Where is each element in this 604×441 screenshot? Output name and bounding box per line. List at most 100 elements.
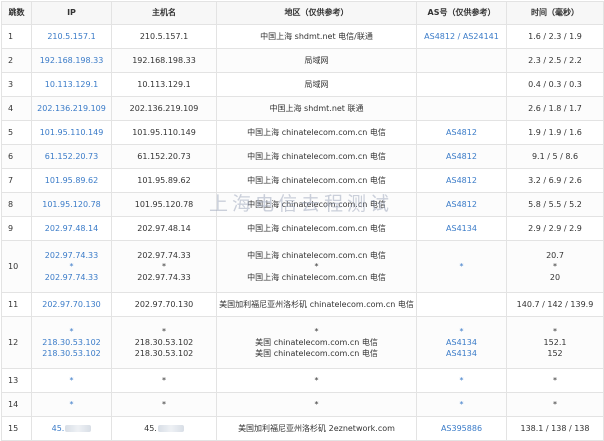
hostname-cell: 202.97.48.14 bbox=[111, 216, 217, 241]
location-cell: 中国上海 chinatelecom.com.cn 电信 * 中国上海 chinate… bbox=[216, 240, 417, 293]
location-cell-value: 美国 chinatelecom.com.cn 电信 bbox=[255, 349, 378, 358]
asn-cell: AS395886 bbox=[416, 416, 507, 441]
ip-cell-value[interactable]: 218.30.53.102 bbox=[34, 337, 109, 348]
asn-cell bbox=[416, 96, 507, 121]
asn-cell-value[interactable]: AS4134 bbox=[419, 337, 504, 348]
asn-cell-value[interactable]: AS4812 bbox=[419, 151, 504, 162]
ip-cell-value[interactable]: 101.95.120.78 bbox=[34, 199, 109, 210]
hop-cell: 13 bbox=[1, 368, 32, 393]
hostname-cell-value: 10.113.129.1 bbox=[137, 80, 191, 89]
column-header-hop: 跳数 bbox=[1, 1, 32, 25]
ip-cell-value[interactable]: 101.95.110.149 bbox=[34, 127, 109, 138]
asn-cell: AS4812 bbox=[416, 168, 507, 193]
ip-cell: 101.95.89.62 bbox=[31, 168, 112, 193]
location-cell: * bbox=[216, 368, 417, 393]
time-cell-value: 140.7 / 142 / 139.9 bbox=[516, 300, 594, 309]
hostname-cell-value: 202.136.219.109 bbox=[129, 104, 199, 113]
hostname-cell-value: * bbox=[162, 327, 166, 336]
hostname-cell-value: * bbox=[162, 400, 166, 409]
asn-cell-value: * bbox=[459, 327, 464, 336]
ip-cell-value[interactable]: 61.152.20.73 bbox=[34, 151, 109, 162]
asn-cell: AS4134 bbox=[416, 216, 507, 241]
location-cell: * 美国 chinatelecom.com.cn 电信 美国 chinateleco… bbox=[216, 316, 417, 369]
asn-cell: AS4812 bbox=[416, 120, 507, 145]
location-cell-value: * bbox=[314, 327, 319, 336]
location-cell-value: 局域网 bbox=[304, 56, 329, 65]
table-row: 12 * 218.30.53.102 218.30.53.102 * 218.30.53.… bbox=[1, 316, 604, 369]
asn-cell-value[interactable]: AS395886 bbox=[419, 423, 504, 434]
ip-cell-value[interactable]: 218.30.53.102 bbox=[34, 348, 109, 359]
asn-cell-value[interactable]: AS4134 bbox=[419, 223, 504, 234]
location-cell: 美国加利福尼亚州洛杉矶 chinatelecom.com.cn 电信 bbox=[216, 292, 417, 317]
asn-cell bbox=[416, 72, 507, 97]
asn-cell: AS4812 bbox=[416, 192, 507, 217]
ip-cell-value[interactable]: 202.97.48.14 bbox=[34, 223, 109, 234]
ip-cell-value[interactable]: 202.136.219.109 bbox=[34, 103, 109, 114]
column-header-location: 地区（仅供参考） bbox=[216, 1, 417, 25]
ip-cell: * bbox=[31, 368, 112, 393]
ip-cell-value[interactable]: 45. bbox=[52, 424, 65, 433]
location-cell: 中国上海 shdmt.net 电信/联通 bbox=[216, 24, 417, 49]
ip-cell: * 218.30.53.102 218.30.53.102 bbox=[31, 316, 112, 369]
location-cell-value: * bbox=[314, 400, 319, 409]
asn-cell: * bbox=[416, 240, 507, 293]
table-row: 3 10.113.129.1 10.113.129.1 局域网 0.4 / 0.3 / … bbox=[1, 72, 604, 97]
table-row: 10 202.97.74.33 * 202.97.74.33 202.97.74.33 *… bbox=[1, 240, 604, 293]
asn-cell-value: * bbox=[459, 400, 464, 409]
table-body: 1 210.5.157.1 210.5.157.1 中国上海 shdmt.net 电信… bbox=[1, 24, 604, 441]
time-cell: 140.7 / 142 / 139.9 bbox=[506, 292, 604, 317]
ip-cell-value[interactable]: 101.95.89.62 bbox=[34, 175, 109, 186]
time-cell: * 152.1 152 bbox=[506, 316, 604, 369]
location-cell-value: * bbox=[314, 262, 319, 271]
location-cell: 中国上海 chinatelecom.com.cn 电信 bbox=[216, 192, 417, 217]
asn-cell-value[interactable]: AS4134 bbox=[419, 348, 504, 359]
asn-cell: * bbox=[416, 392, 507, 417]
asn-cell-value[interactable]: AS4812 bbox=[419, 175, 504, 186]
time-cell-value: 0.4 / 0.3 / 0.3 bbox=[528, 80, 582, 89]
hostname-cell-value: * bbox=[162, 376, 166, 385]
time-cell: 9.1 / 5 / 8.6 bbox=[506, 144, 604, 169]
hostname-cell-value: 218.30.53.102 bbox=[134, 349, 194, 358]
time-cell-value: * bbox=[553, 376, 557, 385]
asn-cell-value[interactable]: AS4812 / AS24141 bbox=[419, 31, 504, 42]
location-cell: 中国上海 chinatelecom.com.cn 电信 bbox=[216, 216, 417, 241]
table-row: 14 * * * * * bbox=[1, 392, 604, 417]
time-cell: 2.9 / 2.9 / 2.9 bbox=[506, 216, 604, 241]
location-cell-value: * bbox=[314, 376, 319, 385]
ip-cell-value[interactable]: 202.97.74.33 bbox=[34, 272, 109, 283]
hostname-cell: 192.168.198.33 bbox=[111, 48, 217, 73]
ip-cell: 45. bbox=[31, 416, 112, 441]
location-cell-value: 美国 chinatelecom.com.cn 电信 bbox=[255, 338, 378, 347]
ip-cell-value[interactable]: 192.168.198.33 bbox=[34, 55, 109, 66]
hostname-cell: * bbox=[111, 368, 217, 393]
time-cell-value: 20 bbox=[549, 273, 561, 282]
ip-cell-value[interactable]: 202.97.70.130 bbox=[34, 299, 109, 310]
hostname-cell: * 218.30.53.102 218.30.53.102 bbox=[111, 316, 217, 369]
hop-cell: 9 bbox=[1, 216, 32, 241]
hostname-cell-value: 218.30.53.102 bbox=[134, 338, 194, 347]
asn-cell-value[interactable]: AS4812 bbox=[419, 127, 504, 138]
hop-cell: 2 bbox=[1, 48, 32, 73]
traceroute-panel: 跳数 IP 主机名 地区（仅供参考） AS号（仅供参考） 时间（毫秒） 1 210… bbox=[1, 1, 604, 441]
ip-cell-value[interactable]: 10.113.129.1 bbox=[34, 79, 109, 90]
location-cell: 中国上海 chinatelecom.com.cn 电信 bbox=[216, 144, 417, 169]
time-cell: 138.1 / 138 / 138 bbox=[506, 416, 604, 441]
ip-cell: * bbox=[31, 392, 112, 417]
time-cell-value: 1.9 / 1.9 / 1.6 bbox=[528, 128, 582, 137]
location-cell-value: 中国上海 chinatelecom.com.cn 电信 bbox=[247, 251, 386, 260]
table-row: 2 192.168.198.33 192.168.198.33 局域网 2.3 / 2.… bbox=[1, 48, 604, 73]
asn-cell-value: * bbox=[459, 262, 464, 271]
asn-cell-value[interactable]: AS4812 bbox=[419, 199, 504, 210]
location-cell-value: 中国上海 chinatelecom.com.cn 电信 bbox=[247, 200, 386, 209]
ip-cell-value[interactable]: 202.97.74.33 bbox=[34, 250, 109, 261]
column-header-ip: IP bbox=[31, 1, 112, 25]
location-cell-value: 美国加利福尼亚州洛杉矶 2eznetwork.com bbox=[238, 424, 395, 433]
asn-cell bbox=[416, 292, 507, 317]
location-cell-value: 中国上海 chinatelecom.com.cn 电信 bbox=[247, 224, 386, 233]
ip-cell-value[interactable]: 210.5.157.1 bbox=[34, 31, 109, 42]
hop-cell: 5 bbox=[1, 120, 32, 145]
column-header-asn: AS号（仅供参考） bbox=[416, 1, 507, 25]
hostname-cell-value: 202.97.74.33 bbox=[137, 273, 191, 282]
table-header-row: 跳数 IP 主机名 地区（仅供参考） AS号（仅供参考） 时间（毫秒） bbox=[1, 1, 604, 25]
time-cell: 2.3 / 2.5 / 2.2 bbox=[506, 48, 604, 73]
